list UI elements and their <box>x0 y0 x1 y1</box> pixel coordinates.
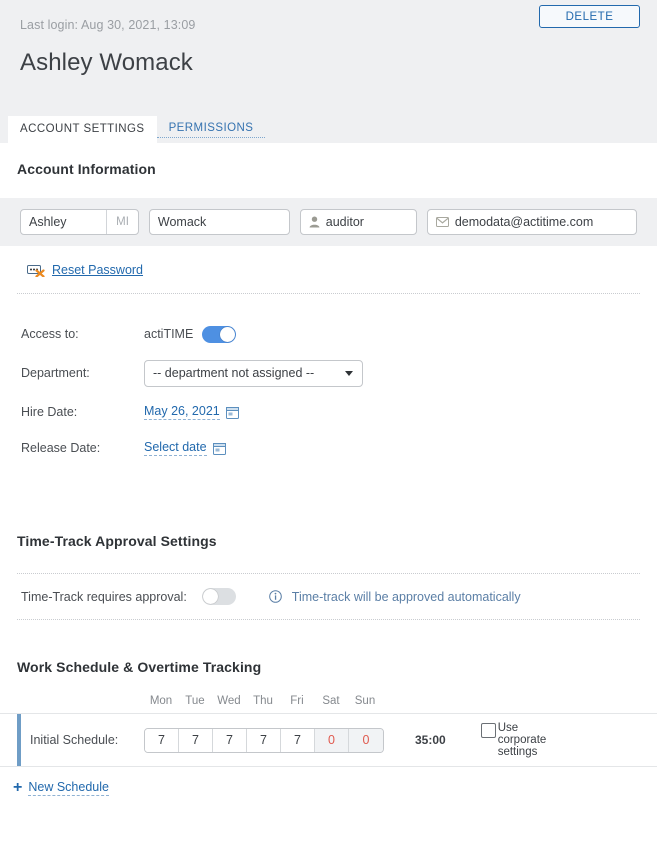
page-title: Ashley Womack <box>20 49 193 76</box>
time-track-approval-toggle[interactable] <box>201 588 236 605</box>
time-track-approval-heading: Time-Track Approval Settings <box>17 533 217 549</box>
middle-initial-input[interactable]: MI <box>106 210 138 234</box>
account-information-heading: Account Information <box>17 161 156 177</box>
schedule-accent-bar <box>17 714 21 766</box>
schedule-cell-wed[interactable]: 7 <box>213 728 247 752</box>
toggle-knob <box>220 326 236 342</box>
name-field-group[interactable]: Ashley MI <box>20 209 139 235</box>
toggle-knob <box>202 589 218 604</box>
reset-password-link[interactable]: Reset Password <box>52 263 143 277</box>
password-reset-icon <box>27 263 45 277</box>
schedule-cell-sat[interactable]: 0 <box>315 728 349 752</box>
work-schedule-heading: Work Schedule & Overtime Tracking <box>17 659 262 675</box>
department-select[interactable]: -- department not assigned -- <box>144 359 363 387</box>
username-value: auditor <box>325 215 364 229</box>
schedule-cell-sun[interactable]: 0 <box>349 728 383 752</box>
hire-date-row: Hire Date: May 26, 2021 <box>0 394 657 430</box>
last-name-input[interactable]: Womack <box>148 209 290 235</box>
time-track-approval-label: Time-Track requires approval: <box>21 589 187 604</box>
calendar-icon[interactable] <box>212 442 226 455</box>
email-value: demodata@actitime.com <box>454 215 594 229</box>
tab-account-settings[interactable]: ACCOUNT SETTINGS <box>8 116 157 143</box>
schedule-cell-mon[interactable]: 7 <box>145 728 179 752</box>
hire-date-label: Hire Date: <box>21 405 78 419</box>
day-header-sat: Sat <box>322 695 340 707</box>
release-date-row: Release Date: Select date <box>0 430 657 466</box>
username-input[interactable]: auditor <box>299 209 417 235</box>
day-header-sun: Sun <box>354 695 376 707</box>
access-toggle[interactable] <box>202 325 237 343</box>
schedule-cell-thu[interactable]: 7 <box>247 728 281 752</box>
envelope-icon <box>435 217 449 227</box>
day-header-wed: Wed <box>217 695 241 707</box>
day-header-tue: Tue <box>185 695 205 707</box>
department-label: Department: <box>21 366 90 380</box>
release-date-value[interactable]: Select date <box>144 440 207 456</box>
use-corporate-settings-group[interactable]: Use corporate settings <box>480 722 568 758</box>
schedule-cell-tue[interactable]: 7 <box>179 728 213 752</box>
time-track-approval-row: Time-Track requires approval: Time-track… <box>0 574 657 619</box>
chevron-down-icon <box>345 370 353 376</box>
schedule-total-hours: 35:00 <box>415 733 446 747</box>
first-name-input[interactable]: Ashley <box>21 210 106 234</box>
reset-password-row[interactable]: Reset Password <box>0 246 657 293</box>
new-schedule-row[interactable]: + New Schedule <box>0 767 657 796</box>
schedule-cell-fri[interactable]: 7 <box>281 728 315 752</box>
day-header-fri: Fri <box>290 695 304 707</box>
access-product-label: actiTIME <box>144 327 194 341</box>
use-corporate-settings-checkbox[interactable] <box>480 723 496 738</box>
schedule-hours-cells: 7 7 7 7 7 0 0 <box>144 727 384 753</box>
access-to-label: Access to: <box>21 327 79 341</box>
hire-date-value[interactable]: May 26, 2021 <box>144 404 220 420</box>
initial-schedule-row: Initial Schedule: 7 7 7 7 7 0 0 35:00 Us… <box>0 713 657 767</box>
tab-bar: ACCOUNT SETTINGS PERMISSIONS <box>0 114 657 143</box>
user-icon <box>309 216 320 228</box>
work-schedule-day-headers: Mon Tue Wed Thu Fri Sat Sun <box>0 692 657 710</box>
calendar-icon[interactable] <box>225 406 239 419</box>
info-icon <box>268 590 282 603</box>
day-header-mon: Mon <box>149 695 173 707</box>
page-header: Last login: Aug 30, 2021, 13:09 Ashley W… <box>0 0 657 143</box>
delete-button[interactable]: DELETE <box>539 5 640 28</box>
department-selected-value: -- department not assigned -- <box>153 366 315 380</box>
tab-permissions[interactable]: PERMISSIONS <box>156 115 266 138</box>
use-corporate-settings-label: Use corporate settings <box>497 722 547 758</box>
release-date-label: Release Date: <box>21 441 101 455</box>
time-track-approval-note: Time-track will be approved automaticall… <box>291 589 521 604</box>
account-information-fields: Ashley MI Womack auditor demodata@actiti… <box>0 198 657 246</box>
access-to-row: Access to: actiTIME <box>0 316 657 352</box>
email-input[interactable]: demodata@actitime.com <box>426 209 637 235</box>
new-schedule-link[interactable]: New Schedule <box>28 780 109 796</box>
initial-schedule-label: Initial Schedule: <box>30 733 119 747</box>
department-row: Department: -- department not assigned -… <box>0 352 657 394</box>
plus-icon: + <box>13 779 23 796</box>
day-header-thu: Thu <box>253 695 273 707</box>
